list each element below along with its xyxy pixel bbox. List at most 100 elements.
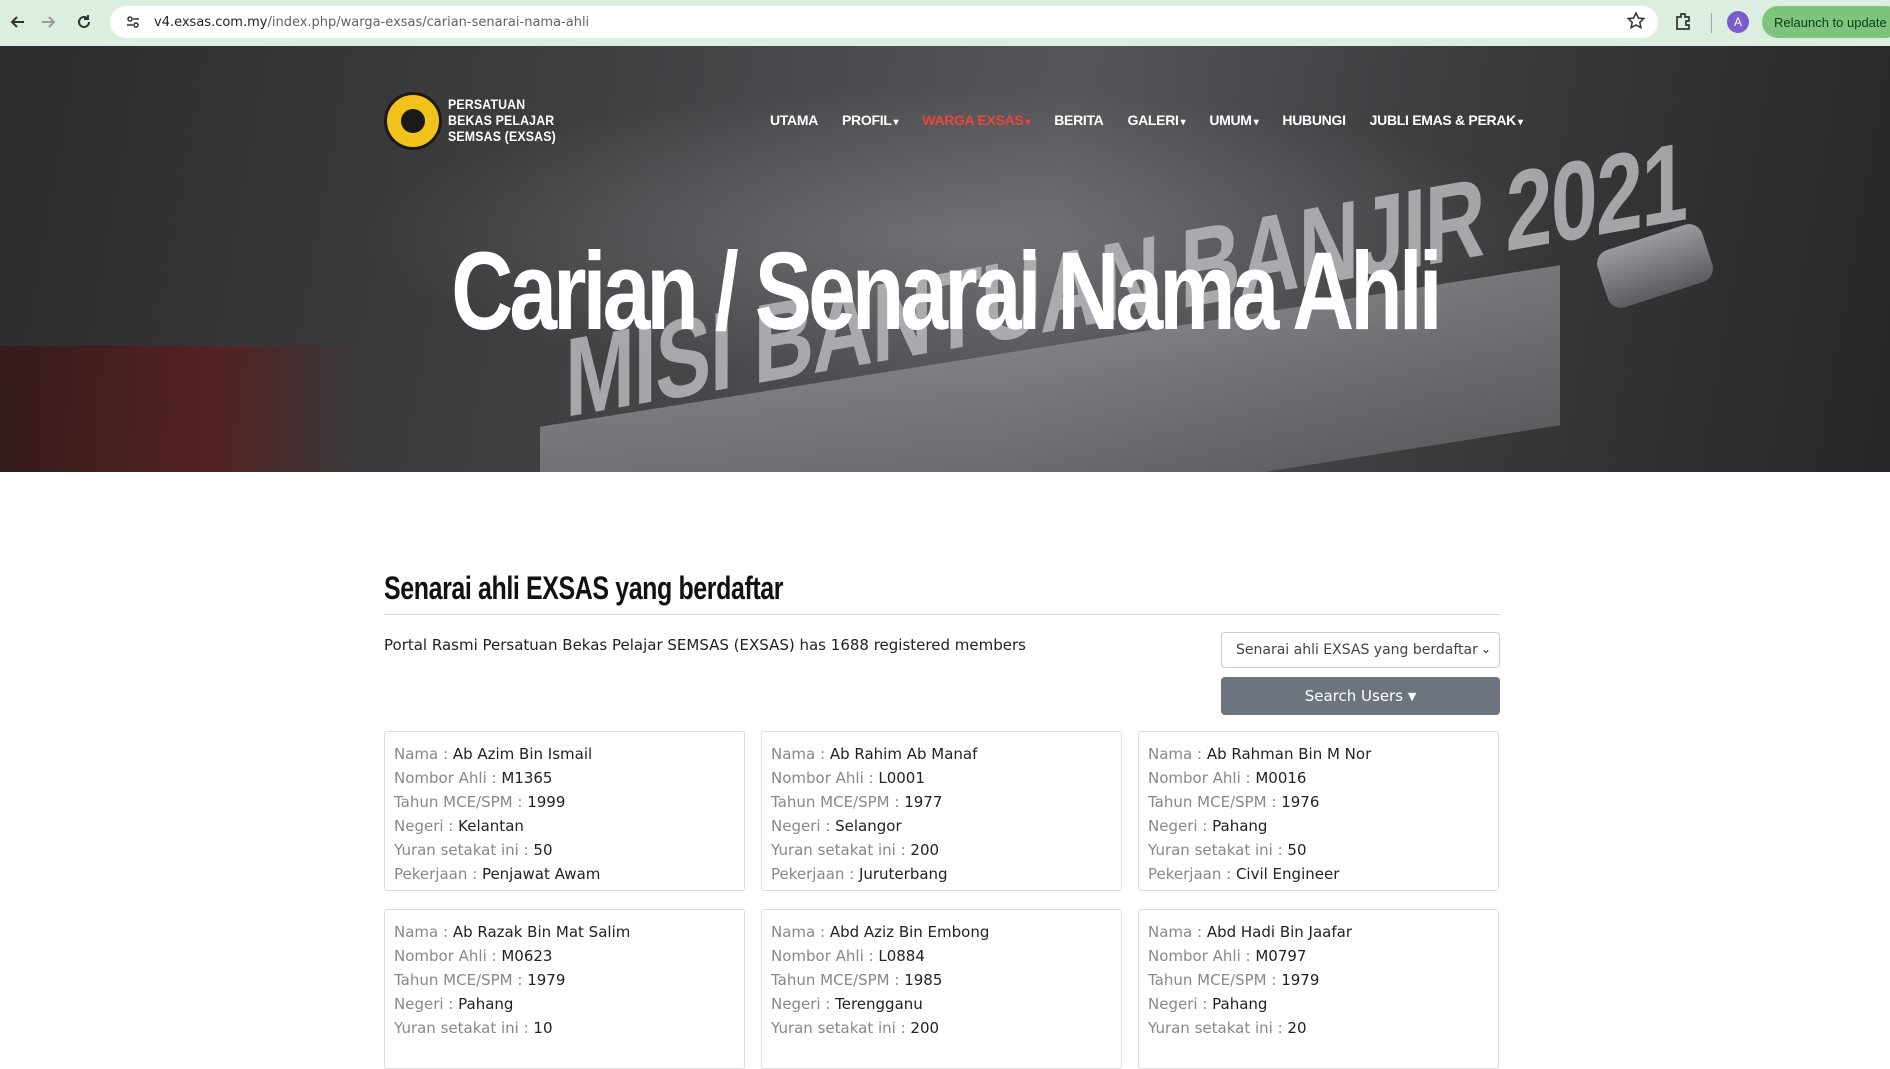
forward-arrow-icon[interactable] xyxy=(30,4,66,40)
member-number: M0016 xyxy=(1255,769,1307,787)
member-state: Kelantan xyxy=(458,817,524,835)
extensions-icon[interactable] xyxy=(1673,10,1697,34)
member-card[interactable]: Nama : Abd Aziz Bin Embong Nombor Ahli :… xyxy=(761,909,1122,1069)
member-fee: 20 xyxy=(1287,1019,1307,1037)
nav-jubli[interactable]: JUBLI EMAS & PERAK ▾ xyxy=(1370,112,1523,128)
field-label: Yuran setakat ini : xyxy=(771,1019,911,1037)
nav-label: HUBUNGI xyxy=(1282,112,1346,128)
chevron-down-icon: ▾ xyxy=(1517,117,1523,128)
bookmark-star-icon[interactable] xyxy=(1626,11,1648,33)
reload-icon[interactable] xyxy=(66,4,102,40)
brand-line: PERSATUAN xyxy=(448,96,526,112)
member-number-row: Nombor Ahli : M0797 xyxy=(1148,944,1489,968)
member-year-row: Tahun MCE/SPM : 1977 xyxy=(771,790,1112,814)
address-bar[interactable]: v4.exsas.com.my/index.php/warga-exsas/ca… xyxy=(110,6,1658,38)
tail-light-decoration xyxy=(0,346,360,472)
member-number: L0001 xyxy=(878,769,925,787)
member-state-row: Negeri : Terengganu xyxy=(771,992,1112,1016)
brand-line: BEKAS PELAJAR xyxy=(448,112,555,128)
member-card[interactable]: Nama : Ab Rahim Ab Manaf Nombor Ahli : L… xyxy=(761,731,1122,891)
nav-label: JUBLI EMAS & PERAK xyxy=(1369,112,1517,128)
toolbar-divider xyxy=(1711,13,1712,33)
chevron-down-icon: ▾ xyxy=(1253,117,1259,128)
exsas-logo[interactable] xyxy=(384,92,442,150)
field-label: Negeri : xyxy=(394,817,459,835)
search-users-button[interactable]: Search Users ▼ xyxy=(1221,677,1500,715)
member-state-row: Negeri : Pahang xyxy=(1148,992,1489,1016)
browser-toolbar: v4.exsas.com.my/index.php/warga-exsas/ca… xyxy=(0,0,1890,46)
nav-berita[interactable]: BERITA xyxy=(1054,112,1104,128)
field-label: Yuran setakat ini : xyxy=(394,841,534,859)
select-value: Senarai ahli EXSAS yang berdaftar xyxy=(1236,642,1478,658)
member-card[interactable]: Nama : Ab Azim Bin Ismail Nombor Ahli : … xyxy=(384,731,745,891)
field-label: Negeri : xyxy=(771,995,836,1013)
chevron-down-icon: ⌄ xyxy=(1480,642,1491,656)
member-state: Terengganu xyxy=(835,995,923,1013)
nav-galeri[interactable]: GALERI ▾ xyxy=(1128,112,1186,128)
member-job-row: Pekerjaan : Penjawat Awam xyxy=(394,862,735,886)
section-title: Senarai ahli EXSAS yang berdaftar xyxy=(384,570,784,606)
url-path: /index.php/warga-exsas/carian-senarai-na… xyxy=(267,14,590,30)
member-year: 1977 xyxy=(904,793,943,811)
field-label: Negeri : xyxy=(771,817,836,835)
member-state-row: Negeri : Pahang xyxy=(1148,814,1489,838)
field-label: Nombor Ahli : xyxy=(394,947,502,965)
field-label: Yuran setakat ini : xyxy=(1148,1019,1288,1037)
field-label: Tahun MCE/SPM : xyxy=(1148,971,1282,989)
member-name-row: Nama : Ab Azim Bin Ismail xyxy=(394,742,735,766)
member-card[interactable]: Nama : Ab Rahman Bin M Nor Nombor Ahli :… xyxy=(1138,731,1499,891)
field-label: Nama : xyxy=(1148,745,1207,763)
member-list-select[interactable]: Senarai ahli EXSAS yang berdaftar ⌄ xyxy=(1221,632,1500,668)
member-year-row: Tahun MCE/SPM : 1979 xyxy=(394,968,735,992)
field-label: Tahun MCE/SPM : xyxy=(394,793,528,811)
nav-utama[interactable]: UTAMA xyxy=(770,112,818,128)
field-label: Nama : xyxy=(771,745,830,763)
caret-down-icon: ▼ xyxy=(1407,689,1417,703)
section-divider xyxy=(384,614,1500,615)
member-name: Ab Razak Bin Mat Salim xyxy=(452,923,631,941)
field-label: Tahun MCE/SPM : xyxy=(771,971,905,989)
member-number-row: Nombor Ahli : M1365 xyxy=(394,766,735,790)
chevron-down-icon: ▾ xyxy=(893,117,899,128)
field-label: Yuran setakat ini : xyxy=(771,841,911,859)
member-fee-row: Yuran setakat ini : 10 xyxy=(394,1016,735,1040)
member-fee-row: Yuran setakat ini : 20 xyxy=(1148,1016,1489,1040)
member-card[interactable]: Nama : Abd Hadi Bin Jaafar Nombor Ahli :… xyxy=(1138,909,1499,1069)
member-year: 1999 xyxy=(527,793,566,811)
field-label: Nama : xyxy=(394,745,453,763)
member-job-row: Pekerjaan : Civil Engineer xyxy=(1148,862,1489,886)
site-info-icon[interactable] xyxy=(122,11,144,33)
chevron-down-icon: ▾ xyxy=(1180,117,1186,128)
member-number: L0884 xyxy=(878,947,925,965)
search-users-label: Search Users xyxy=(1304,687,1404,705)
field-label: Pekerjaan : xyxy=(771,865,859,883)
field-label: Pekerjaan : xyxy=(1148,865,1236,883)
nav-label: PROFIL xyxy=(842,112,892,128)
member-card[interactable]: Nama : Ab Razak Bin Mat Salim Nombor Ahl… xyxy=(384,909,745,1069)
member-number: M0797 xyxy=(1255,947,1307,965)
member-fee: 200 xyxy=(910,1019,940,1037)
profile-avatar[interactable]: A xyxy=(1727,11,1749,33)
url-host: v4.exsas.com.my xyxy=(154,14,268,30)
relaunch-button[interactable]: Relaunch to update xyxy=(1762,6,1890,38)
member-year: 1976 xyxy=(1281,793,1320,811)
field-label: Tahun MCE/SPM : xyxy=(1148,793,1282,811)
member-number-row: Nombor Ahli : L0884 xyxy=(771,944,1112,968)
nav-hubungi[interactable]: HUBUNGI xyxy=(1282,112,1346,128)
member-cards: Nama : Ab Azim Bin Ismail Nombor Ahli : … xyxy=(384,731,1500,1069)
member-fee: 10 xyxy=(533,1019,553,1037)
chevron-down-icon: ▾ xyxy=(1025,117,1031,128)
nav-profil[interactable]: PROFIL ▾ xyxy=(842,112,899,128)
member-number: M0623 xyxy=(501,947,553,965)
member-state: Selangor xyxy=(835,817,902,835)
member-name-row: Nama : Ab Rahman Bin M Nor xyxy=(1148,742,1489,766)
url-text: v4.exsas.com.my/index.php/warga-exsas/ca… xyxy=(154,15,589,30)
field-label: Tahun MCE/SPM : xyxy=(394,971,528,989)
member-job-row: Pekerjaan : Juruterbang xyxy=(771,862,1112,886)
nav-umum[interactable]: UMUM ▾ xyxy=(1209,112,1258,128)
member-name: Abd Hadi Bin Jaafar xyxy=(1206,923,1352,941)
nav-warga-exsas[interactable]: WARGA EXSAS ▾ xyxy=(922,112,1030,128)
field-label: Tahun MCE/SPM : xyxy=(771,793,905,811)
field-label: Nombor Ahli : xyxy=(1148,947,1256,965)
brand-name[interactable]: PERSATUAN BEKAS PELAJAR SEMSAS (EXSAS) xyxy=(448,96,556,144)
